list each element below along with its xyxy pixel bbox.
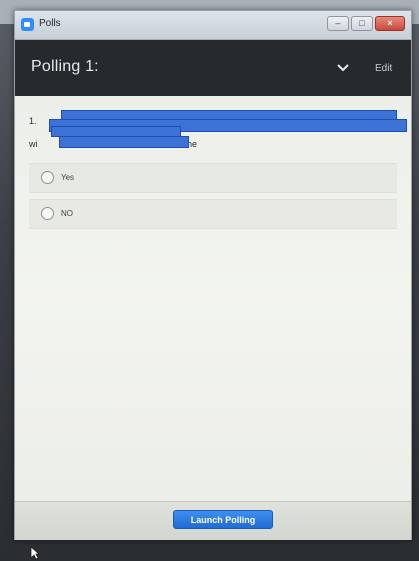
poll-content: 1. wi he Yes NO [15, 96, 411, 501]
question-text-start: wi [29, 139, 38, 149]
option-label: NO [61, 209, 73, 218]
maximize-icon: □ [359, 18, 365, 28]
poll-footer: Launch Polling [15, 501, 411, 540]
edit-link[interactable]: Edit [375, 63, 392, 74]
close-icon: × [387, 18, 393, 28]
minimize-icon: – [335, 18, 341, 28]
option-label: Yes [61, 173, 75, 182]
minimize-button[interactable]: – [327, 16, 349, 31]
title-bar[interactable]: Polls – □ × [15, 11, 411, 40]
launch-polling-button[interactable]: Launch Polling [173, 510, 273, 529]
maximize-button[interactable]: □ [351, 16, 373, 31]
radio-button[interactable] [41, 171, 54, 184]
screen: Polls – □ × Polling 1: Edit 1. wi he Yes… [0, 0, 419, 561]
redaction-bar [59, 136, 189, 148]
poll-title: Polling 1: [31, 58, 99, 75]
question-number: 1. [29, 116, 37, 126]
window-title: Polls [39, 18, 61, 29]
polls-window: Polls – □ × Polling 1: Edit 1. wi he Yes… [14, 10, 412, 540]
radio-button[interactable] [41, 207, 54, 220]
window-controls: – □ × [327, 16, 405, 31]
mouse-cursor-icon [30, 546, 40, 560]
close-button[interactable]: × [375, 16, 405, 31]
poll-option-no[interactable]: NO [29, 199, 397, 229]
poll-option-yes[interactable]: Yes [29, 163, 397, 193]
app-logo-icon [21, 18, 34, 31]
poll-header: Polling 1: Edit [15, 40, 411, 96]
chevron-down-icon[interactable] [336, 62, 350, 74]
